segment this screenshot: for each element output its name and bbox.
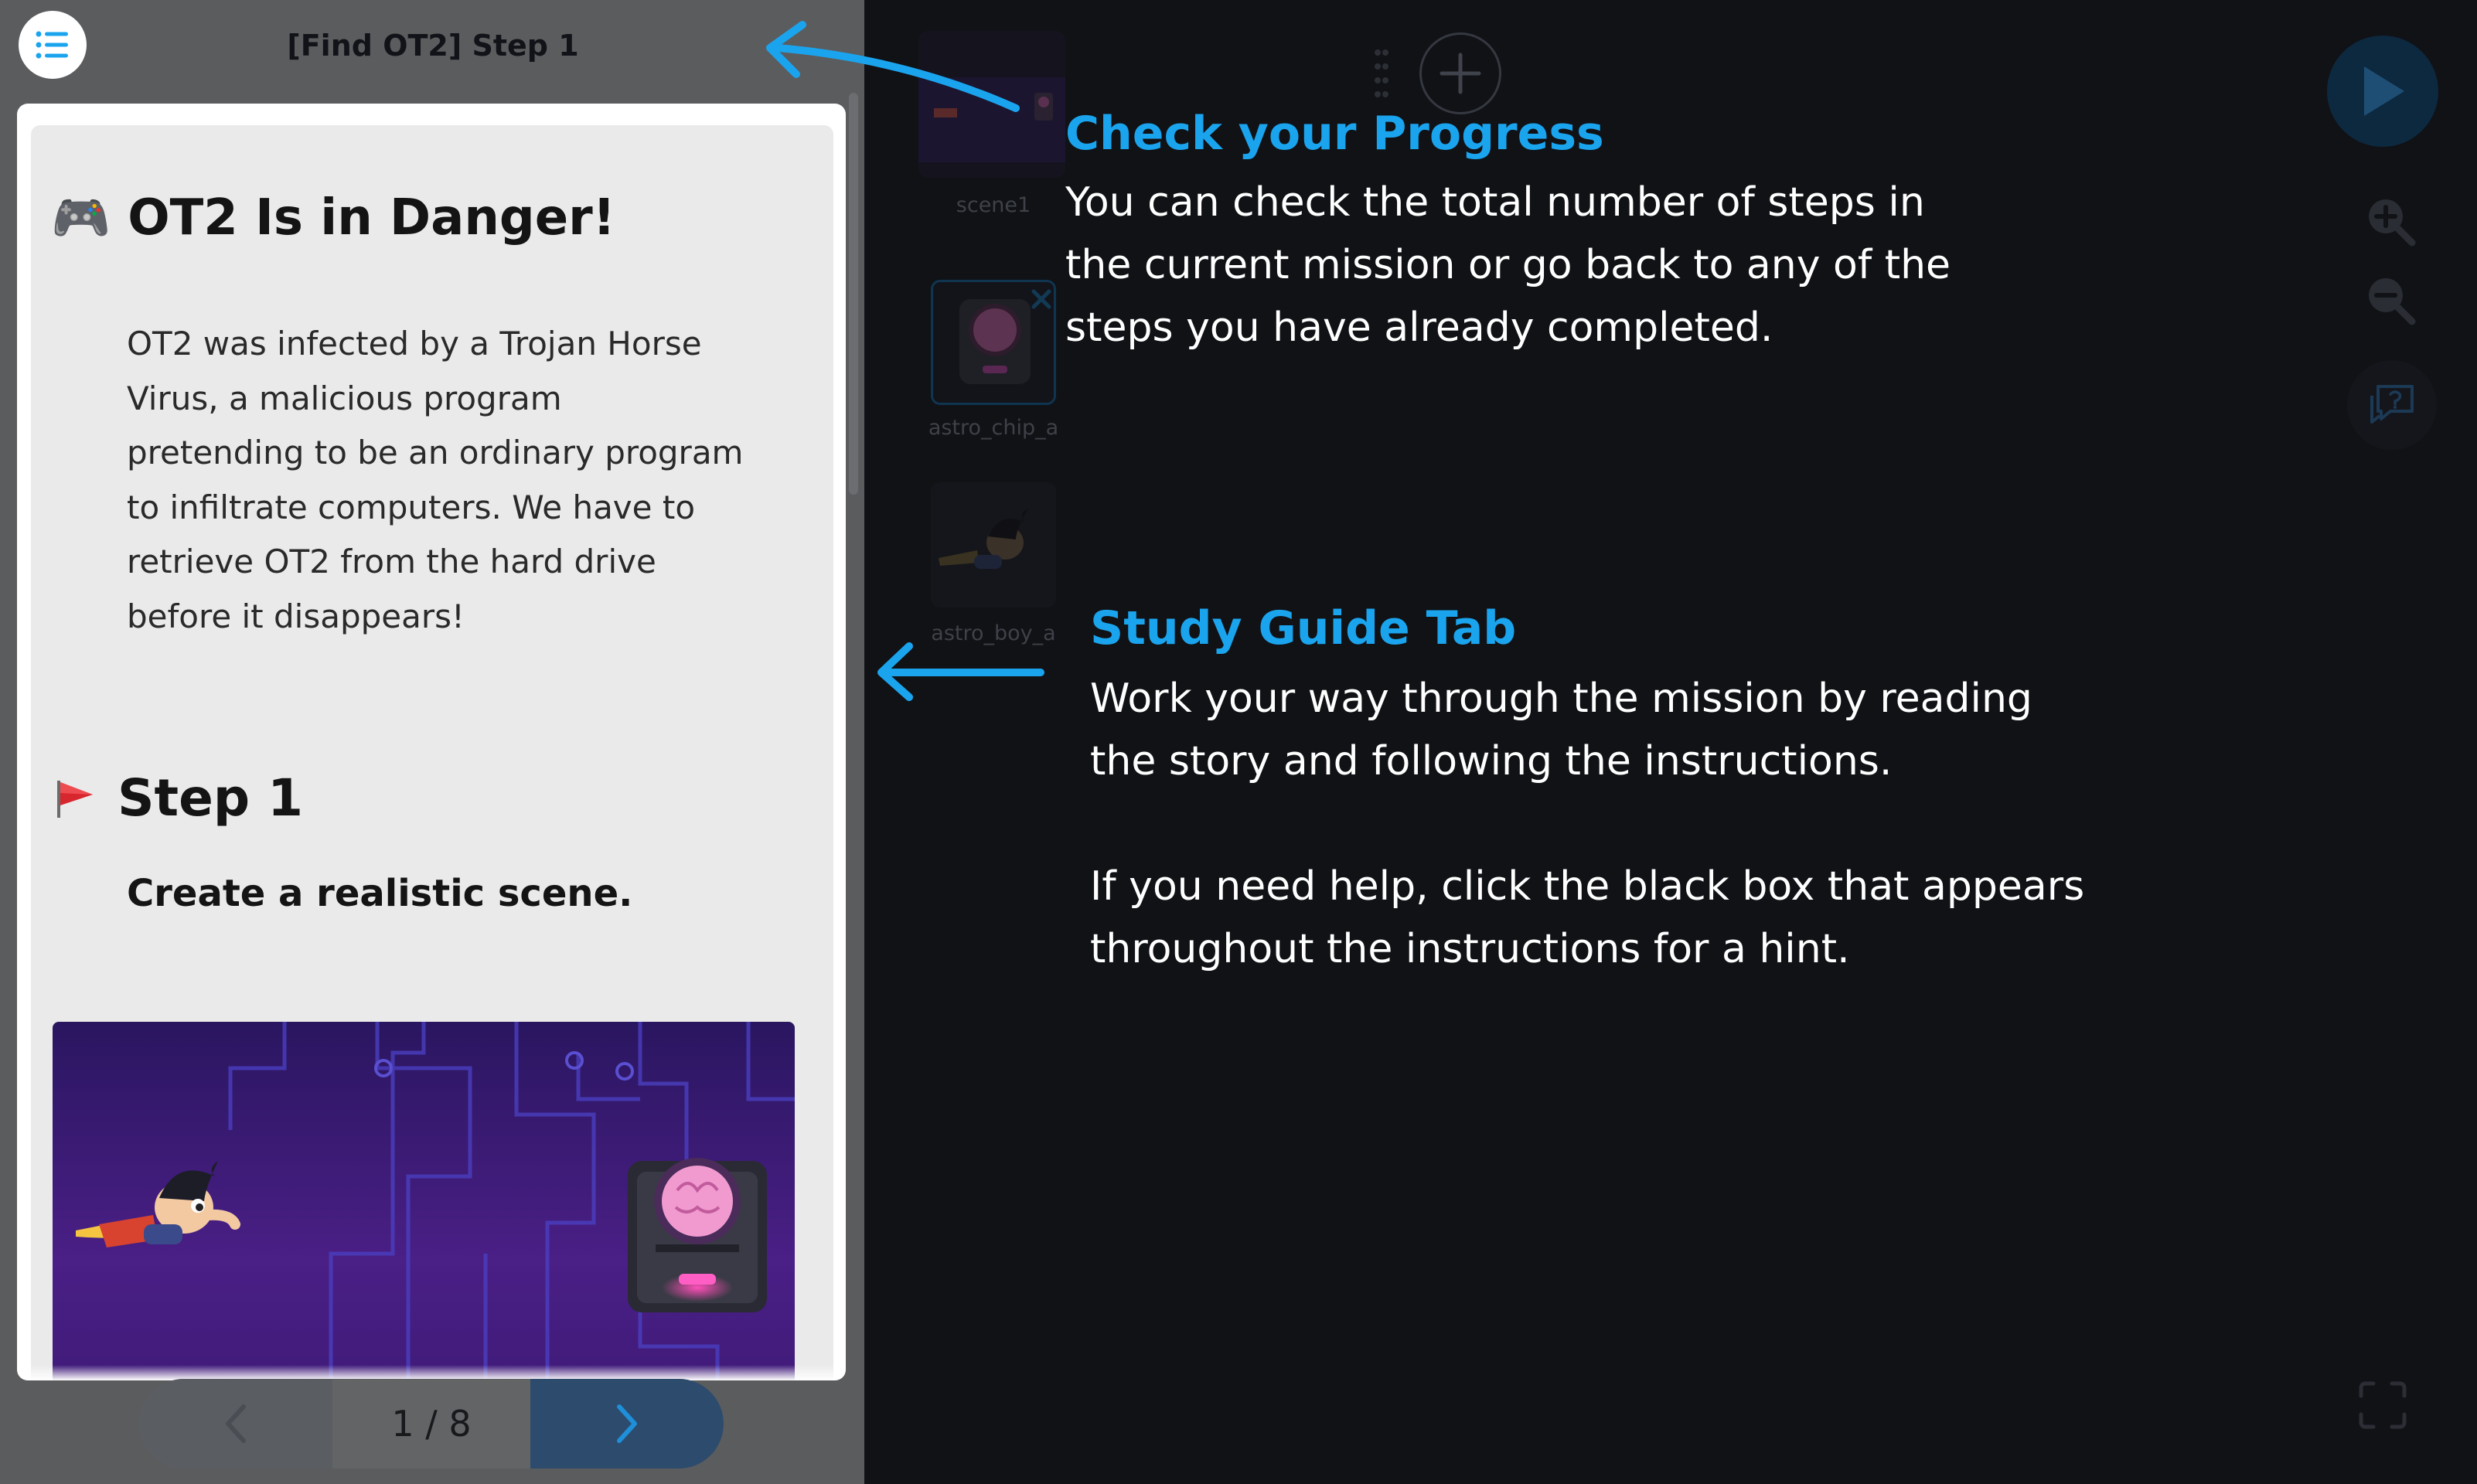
- annotation-line: [1090, 793, 2084, 856]
- sprite-thumbnail-astro-chip[interactable]: [931, 280, 1056, 405]
- sprite-label: astro_boy_a: [931, 621, 1056, 645]
- annotation-line: the current mission or go back to any of…: [1065, 242, 1951, 288]
- step-heading-text: Step 1: [118, 768, 303, 828]
- annotation-line: the story and following the instructions…: [1090, 738, 1893, 785]
- drag-handle-icon[interactable]: [1375, 48, 1388, 99]
- play-button[interactable]: [2327, 36, 2438, 147]
- list-icon: [36, 31, 68, 59]
- zoom-out-icon[interactable]: [2361, 272, 2420, 331]
- fullscreen-icon[interactable]: [2358, 1380, 2407, 1430]
- step-pager: 1 / 8: [139, 1379, 724, 1469]
- sprite-label: scene1: [956, 193, 1031, 217]
- step-title: [Find OT2] Step 1: [287, 29, 579, 63]
- sprite-label: astro_chip_a: [928, 416, 1059, 440]
- mission-heading: 🎮 OT2 Is in Danger!: [51, 179, 615, 257]
- hint-button[interactable]: [2347, 360, 2437, 450]
- flag-icon: [57, 781, 93, 818]
- annotation-line: You can check the total number of steps …: [1065, 179, 1925, 226]
- annotation-line: steps you have already completed.: [1065, 305, 1773, 351]
- progress-annotation-body: You can check the total number of steps …: [1065, 172, 1951, 359]
- guide-content: 🎮 OT2 Is in Danger! OT2 was infected by …: [31, 125, 833, 1380]
- add-sprite-button[interactable]: [1419, 32, 1501, 114]
- chevron-right-icon: [617, 1404, 637, 1443]
- plus-icon: [1440, 53, 1481, 94]
- progress-annotation-title: Check your Progress: [1065, 107, 1604, 161]
- sprite-thumbnail-astro-boy[interactable]: [931, 482, 1056, 608]
- chevron-left-icon: [226, 1404, 246, 1443]
- card-bottom-fade: [17, 1365, 846, 1380]
- study-guide-annotation-body: Work your way through the mission by rea…: [1090, 668, 2084, 981]
- page-indicator: 1 / 8: [391, 1403, 472, 1445]
- guide-card: 🎮 OT2 Is in Danger! OT2 was infected by …: [17, 104, 846, 1380]
- zoom-in-icon[interactable]: [2361, 193, 2420, 252]
- study-guide-panel: [Find OT2] Step 1 🎮 OT2 Is in Danger! OT…: [0, 0, 864, 1484]
- annotation-line: Work your way through the mission by rea…: [1090, 676, 2032, 722]
- next-step-button[interactable]: [530, 1379, 724, 1469]
- study-guide-annotation-title: Study Guide Tab: [1090, 601, 1517, 655]
- scene-preview-image: [53, 1022, 795, 1380]
- sprite-thumbnail-scene1[interactable]: [918, 31, 1065, 178]
- previous-step-button[interactable]: [139, 1379, 332, 1469]
- step-list-button[interactable]: [19, 11, 87, 79]
- mission-heading-text: OT2 Is in Danger!: [128, 189, 615, 247]
- game-controller-icon: 🎮: [51, 189, 111, 246]
- annotation-line: throughout the instructions for a hint.: [1090, 926, 1850, 972]
- chat-question-icon: [2370, 385, 2414, 424]
- guide-scrollbar[interactable]: [849, 93, 858, 495]
- step-heading: Step 1: [51, 759, 303, 836]
- step-instruction: Create a realistic scene.: [127, 872, 633, 915]
- play-icon: [2364, 66, 2404, 116]
- story-text: OT2 was infected by a Trojan Horse Virus…: [127, 325, 744, 635]
- annotation-line: If you need help, click the black box th…: [1090, 863, 2085, 910]
